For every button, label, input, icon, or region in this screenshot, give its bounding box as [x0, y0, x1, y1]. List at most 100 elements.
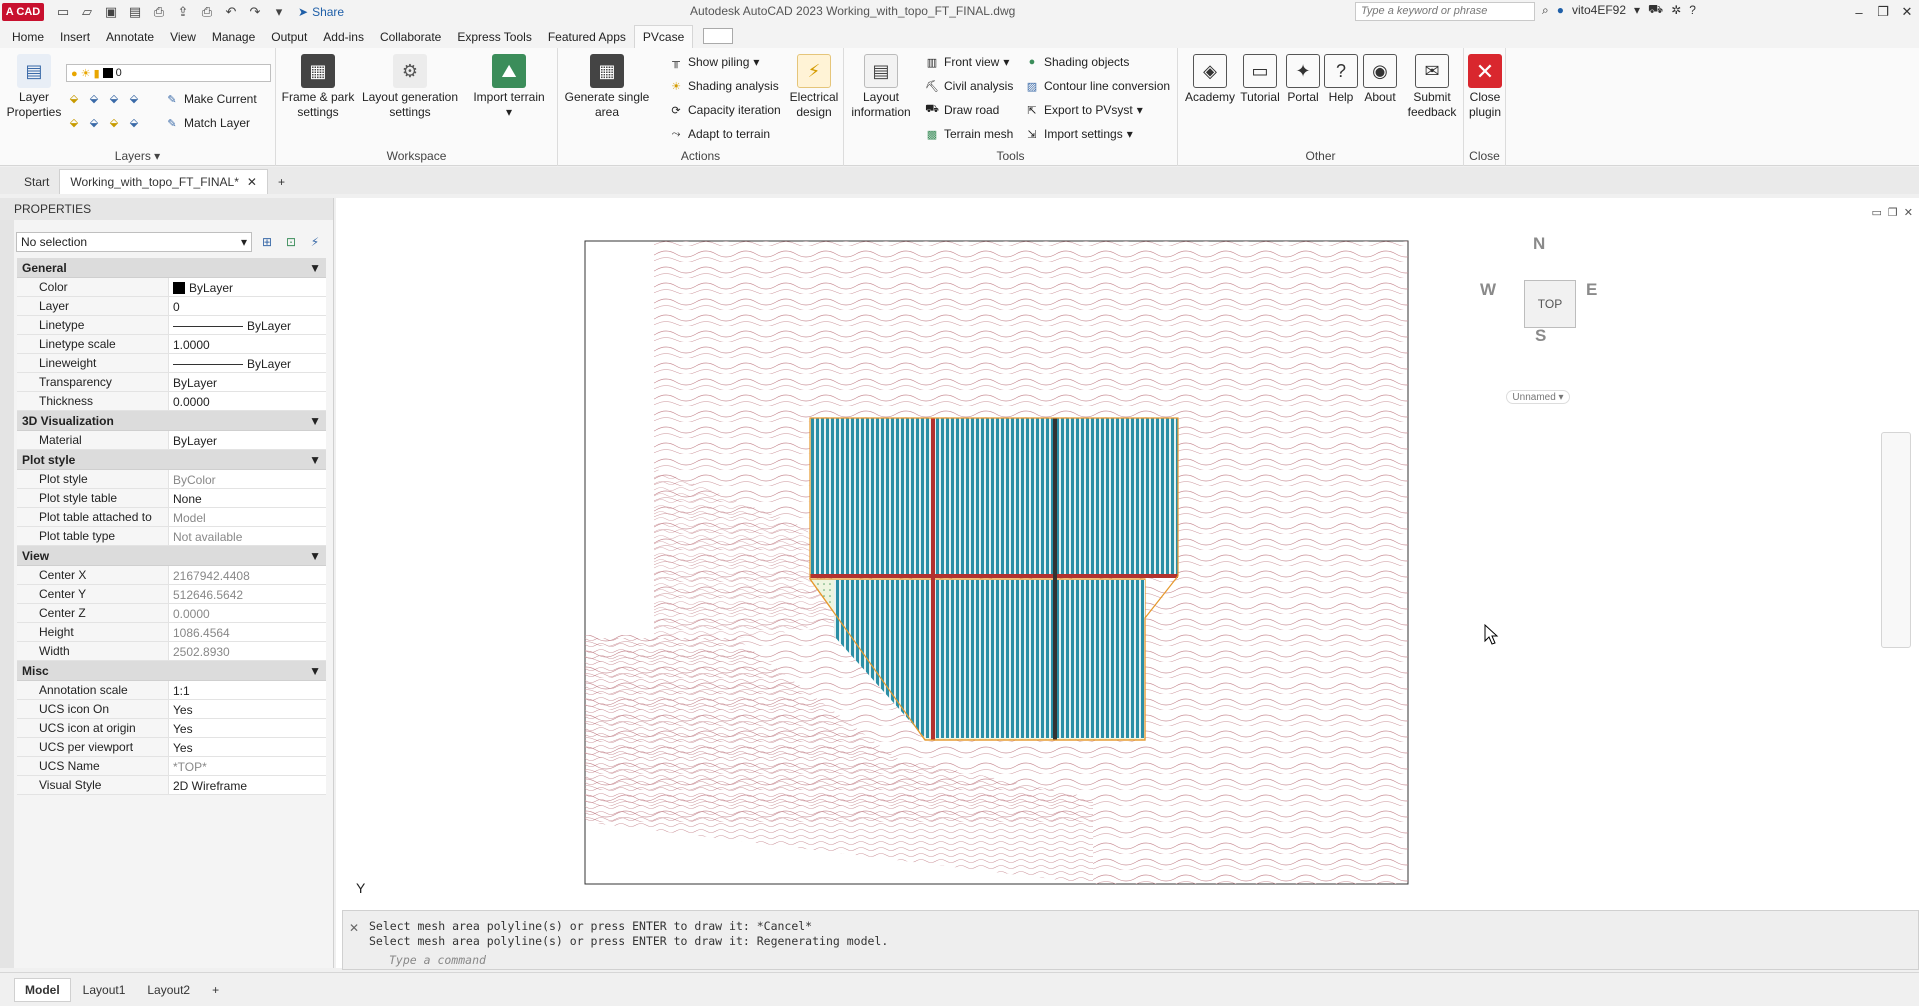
layout-information-button[interactable]: ▤ Layout information: [846, 54, 916, 120]
category-view[interactable]: View ▼: [17, 546, 326, 566]
prop-row[interactable]: Center Y 512646.5642: [17, 585, 326, 604]
tab-featured-apps[interactable]: Featured Apps: [540, 26, 634, 48]
capacity-iteration-button[interactable]: ⟳ Capacity iteration: [668, 102, 780, 118]
layer-tool-icon[interactable]: ⬙: [86, 114, 102, 130]
adapt-to-terrain-button[interactable]: ⤳ Adapt to terrain: [668, 126, 770, 142]
minimize-icon[interactable]: –: [1847, 0, 1871, 24]
prop-row[interactable]: Annotation scale 1:1: [17, 681, 326, 700]
palette-side-strip[interactable]: [0, 220, 14, 968]
layer-tool-icon[interactable]: ⬙: [66, 114, 82, 130]
prop-row[interactable]: Material ByLayer: [17, 431, 326, 450]
user-icon[interactable]: ●: [1557, 3, 1564, 17]
frame-park-settings-button[interactable]: ▦ Frame & park settings: [278, 54, 358, 120]
add-layout-button[interactable]: +: [202, 979, 229, 1001]
category-general[interactable]: General ▼: [17, 258, 326, 278]
close-plugin-button[interactable]: ✕ Close plugin: [1465, 54, 1505, 120]
close-viewport-icon[interactable]: ✕: [1904, 206, 1913, 219]
layer-properties-button[interactable]: ▤ Layer Properties: [6, 54, 62, 120]
prop-row[interactable]: Linetype scale 1.0000: [17, 335, 326, 354]
tab-home[interactable]: Home: [4, 26, 52, 48]
restore-icon[interactable]: ❐: [1871, 0, 1895, 24]
drawing-area[interactable]: [336, 198, 1919, 908]
toggle-pickadd-icon[interactable]: ⊞: [258, 233, 276, 251]
layer-tool-icon[interactable]: ⬙: [126, 90, 142, 106]
generate-single-area-button[interactable]: ▦ Generate single area: [560, 54, 654, 120]
prop-row[interactable]: Center Z 0.0000: [17, 604, 326, 623]
tab-annotate[interactable]: Annotate: [98, 26, 162, 48]
print-to-web-icon[interactable]: ⎙: [148, 2, 170, 22]
minimize-viewport-icon[interactable]: ▭: [1872, 206, 1882, 219]
tab-add-ins[interactable]: Add-ins: [315, 26, 372, 48]
match-layer-button[interactable]: ✎ Match Layer: [164, 115, 250, 131]
start-tab[interactable]: Start: [14, 170, 59, 194]
front-view-button[interactable]: ▥ Front view ▾: [924, 54, 1010, 70]
prop-row[interactable]: Transparency ByLayer: [17, 373, 326, 392]
prop-row[interactable]: Lineweight ByLayer: [17, 354, 326, 373]
layout-generation-settings-button[interactable]: ⚙ Layout generation settings: [358, 54, 462, 120]
apps-icon[interactable]: ✲: [1671, 3, 1681, 17]
import-terrain-button[interactable]: ⛰ Import terrain ▾: [466, 54, 552, 120]
user-name[interactable]: vito4EF92: [1572, 3, 1626, 17]
tab-output[interactable]: Output: [263, 26, 315, 48]
quick-select-icon[interactable]: ⚡: [306, 233, 324, 251]
electrical-design-button[interactable]: ⚡ Electrical design: [786, 54, 842, 120]
save-as-icon[interactable]: ▤: [124, 2, 146, 22]
prop-row[interactable]: Height 1086.4564: [17, 623, 326, 642]
tab-model[interactable]: Model: [14, 977, 71, 1002]
viewcube[interactable]: N W E S TOP: [1472, 234, 1606, 360]
qat-dropdown-icon[interactable]: ▾: [268, 2, 290, 22]
navigation-bar[interactable]: [1881, 432, 1911, 648]
prop-row[interactable]: UCS icon at origin Yes: [17, 719, 326, 738]
prop-row[interactable]: Visual Style 2D Wireframe: [17, 776, 326, 795]
category-3d-visualization[interactable]: 3D Visualization ▼: [17, 411, 326, 431]
panel-title-layers[interactable]: Layers ▾: [0, 149, 275, 163]
undo-icon[interactable]: ↶: [220, 2, 242, 22]
prop-row[interactable]: Layer 0: [17, 297, 326, 316]
viewcube-north[interactable]: N: [1533, 234, 1545, 254]
draw-road-button[interactable]: ⛟ Draw road: [924, 102, 999, 118]
academy-button[interactable]: ◈ Academy: [1184, 54, 1236, 105]
restore-viewport-icon[interactable]: ❐: [1888, 206, 1898, 219]
terrain-mesh-button[interactable]: ▩ Terrain mesh: [924, 126, 1014, 142]
viewcube-south[interactable]: S: [1535, 326, 1546, 346]
open-icon[interactable]: ▱: [76, 2, 98, 22]
shading-analysis-button[interactable]: ☀ Shading analysis: [668, 78, 779, 94]
make-current-button[interactable]: ✎ Make Current: [164, 91, 256, 107]
autocad-logo[interactable]: A CAD: [2, 3, 44, 21]
drawing-tab[interactable]: Working_with_topo_FT_FINAL* ✕: [59, 169, 268, 194]
prop-row[interactable]: Linetype ByLayer: [17, 316, 326, 335]
cart-icon[interactable]: ⛟: [1648, 2, 1663, 18]
help-icon[interactable]: ?: [1689, 3, 1696, 17]
user-dropdown-icon[interactable]: ▾: [1634, 3, 1640, 17]
command-input[interactable]: Type a command: [369, 953, 1909, 969]
about-button[interactable]: ◉ About: [1360, 54, 1400, 105]
layer-tool-icon[interactable]: ⬙: [86, 90, 102, 106]
tab-manage[interactable]: Manage: [204, 26, 263, 48]
category-plot-style[interactable]: Plot style ▼: [17, 450, 326, 470]
tab-pvcase[interactable]: PVcase: [633, 25, 694, 48]
viewcube-top-face[interactable]: TOP: [1524, 280, 1576, 328]
layer-tool-icon[interactable]: ⬙: [106, 90, 122, 106]
prop-row[interactable]: Plot style table None: [17, 489, 326, 508]
prop-row[interactable]: Center X 2167942.4408: [17, 566, 326, 585]
prop-row[interactable]: Width 2502.8930: [17, 642, 326, 661]
export-pvsyst-button[interactable]: ⇱ Export to PVsyst ▾: [1024, 102, 1142, 118]
layer-tool-icon[interactable]: ⬙: [66, 90, 82, 106]
named-ucs-dropdown[interactable]: Unnamed ▾: [1506, 390, 1570, 404]
print-icon[interactable]: ⎙: [196, 2, 218, 22]
prop-row[interactable]: Plot table attached to Model: [17, 508, 326, 527]
submit-feedback-button[interactable]: ✉ Submit feedback: [1402, 54, 1462, 120]
tab-layout2[interactable]: Layout2: [137, 979, 200, 1001]
drawing-canvas[interactable]: ▭ ❐ ✕ N W E S TOP Unnamed ▾ Y: [336, 198, 1919, 968]
viewcube-east[interactable]: E: [1586, 280, 1597, 300]
prop-row[interactable]: Color ByLayer: [17, 278, 326, 297]
selection-combo[interactable]: No selection ▾: [16, 232, 252, 252]
prop-row[interactable]: Thickness 0.0000: [17, 392, 326, 411]
layer-tool-icon[interactable]: ⬙: [106, 114, 122, 130]
close-icon[interactable]: ✕: [349, 921, 359, 935]
help-button[interactable]: ? Help: [1324, 54, 1358, 105]
category-misc[interactable]: Misc ▼: [17, 661, 326, 681]
tab-insert[interactable]: Insert: [52, 26, 98, 48]
layer-combo[interactable]: ● ☀ ▮ 0: [66, 64, 271, 82]
close-icon[interactable]: ✕: [1895, 0, 1919, 24]
